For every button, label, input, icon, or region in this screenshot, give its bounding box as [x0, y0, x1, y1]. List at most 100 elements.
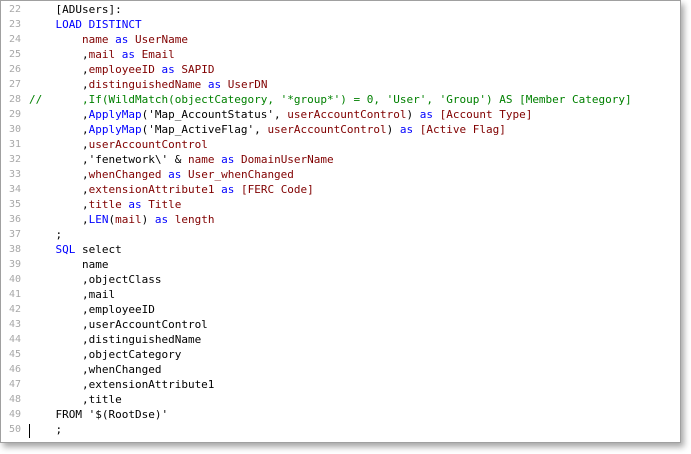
code-text: ,userAccountControl: [29, 137, 208, 152]
code-token: ;: [29, 423, 63, 436]
keyword-token: as: [419, 108, 434, 121]
code-text: ,ApplyMap('Map_AccountStatus', userAccou…: [29, 107, 532, 122]
field-token: distinguishedName: [88, 78, 202, 91]
code-text: ,title: [29, 392, 122, 407]
code-text: ;: [29, 422, 62, 437]
line-number: 47: [8, 379, 21, 390]
field-token: [Account Type]: [439, 108, 533, 121]
field-token: UserDN: [227, 78, 268, 91]
field-token: userAccountControl: [88, 138, 208, 151]
line-number: 25: [8, 49, 21, 60]
line-number: 37: [8, 229, 21, 240]
code-token: ,objectClass: [29, 273, 162, 286]
keyword-token: as: [207, 78, 222, 91]
line-number: 42: [8, 304, 21, 315]
code-token: ,mail: [29, 288, 116, 301]
code-token: ('Map_AccountStatus',: [141, 108, 288, 121]
code-token: ,: [29, 198, 89, 211]
field-token: UserName: [134, 33, 188, 46]
code-token: ,: [29, 138, 89, 151]
code-token: ,: [29, 213, 89, 226]
field-token: name: [81, 33, 109, 46]
field-token: title: [88, 198, 122, 211]
code-text: name as UserName: [29, 32, 188, 47]
line-number: 23: [8, 19, 21, 30]
line-number: 38: [8, 244, 21, 255]
keyword-token: as: [121, 48, 135, 61]
keyword-token: SQL: [55, 243, 76, 256]
line-number: 50: [8, 424, 21, 435]
keyword-token: as: [221, 153, 235, 166]
field-token: User_whenChanged: [187, 168, 294, 181]
code-token: ,title: [29, 393, 122, 406]
code-text: ,userAccountControl: [29, 317, 208, 332]
field-token: employeeID: [88, 63, 155, 76]
line-number: 34: [8, 184, 21, 195]
code-text: name: [29, 257, 109, 272]
line-number: 39: [8, 259, 21, 270]
code-text: ,distinguishedName: [29, 332, 201, 347]
field-token: Email: [141, 48, 175, 61]
code-text: ,'fenetwork\' & name as DomainUserName: [29, 152, 334, 167]
line-number: 30: [8, 124, 21, 135]
line-number: 48: [8, 394, 21, 405]
code-text: ,employeeID: [29, 302, 155, 317]
field-token: DomainUserName: [240, 153, 334, 166]
code-token: ,objectCategory: [29, 348, 182, 361]
keyword-token: as: [221, 183, 235, 196]
line-number: 24: [8, 34, 21, 45]
code-token: ,: [29, 63, 89, 76]
code-text: ,mail as Email: [29, 47, 175, 62]
comment-token: // ,If(WildMatch(objectCategory, '*group…: [29, 93, 632, 106]
code-token: ,extensionAttribute1: [29, 378, 215, 391]
keyword-token: as: [399, 123, 414, 136]
field-token: Title: [148, 198, 182, 211]
code-token: ): [141, 213, 155, 226]
code-token: ): [386, 123, 400, 136]
line-number: 43: [8, 319, 21, 330]
code-text: ,distinguishedName as UserDN: [29, 77, 267, 92]
code-text: // ,If(WildMatch(objectCategory, '*group…: [29, 92, 632, 107]
code-text: LOAD DISTINCT: [29, 17, 142, 32]
code-editor[interactable]: 22 [ADUsers]: 23 LOAD DISTINCT 24 name as …: [1, 1, 680, 442]
code-token: ): [406, 108, 420, 121]
code-token: ,: [29, 78, 89, 91]
code-text: ;: [29, 227, 62, 242]
line-number: 46: [8, 364, 21, 375]
line-number: 41: [8, 289, 21, 300]
field-token: mail: [115, 213, 142, 226]
field-token: [Active Flag]: [419, 123, 506, 136]
code-text: ,whenChanged as User_whenChanged: [29, 167, 294, 182]
line-number: 44: [8, 334, 21, 345]
code-text: ,ApplyMap('Map_ActiveFlag', userAccountC…: [29, 122, 506, 137]
field-token: whenChanged: [88, 168, 162, 181]
code-token: ,employeeID: [29, 303, 155, 316]
code-token: FROM '$(RootDse)': [29, 408, 169, 421]
code-token: ,: [29, 183, 89, 196]
code-text: [ADUsers]:: [29, 2, 121, 17]
code-text: ,LEN(mail) as length: [29, 212, 215, 227]
field-token: userAccountControl: [267, 123, 387, 136]
line-number: 33: [8, 169, 21, 180]
code-token: ,: [29, 108, 89, 121]
function-token: ApplyMap: [88, 123, 142, 136]
code-token: ,: [29, 48, 89, 61]
line-number: 35: [8, 199, 21, 210]
keyword-token: DISTINCT: [88, 18, 142, 31]
field-token: length: [174, 213, 215, 226]
function-token: LEN: [88, 213, 109, 226]
keyword-token: as: [115, 33, 129, 46]
line-number: 45: [8, 349, 21, 360]
code-token: ('Map_ActiveFlag',: [141, 123, 268, 136]
code-token: ,distinguishedName: [29, 333, 202, 346]
